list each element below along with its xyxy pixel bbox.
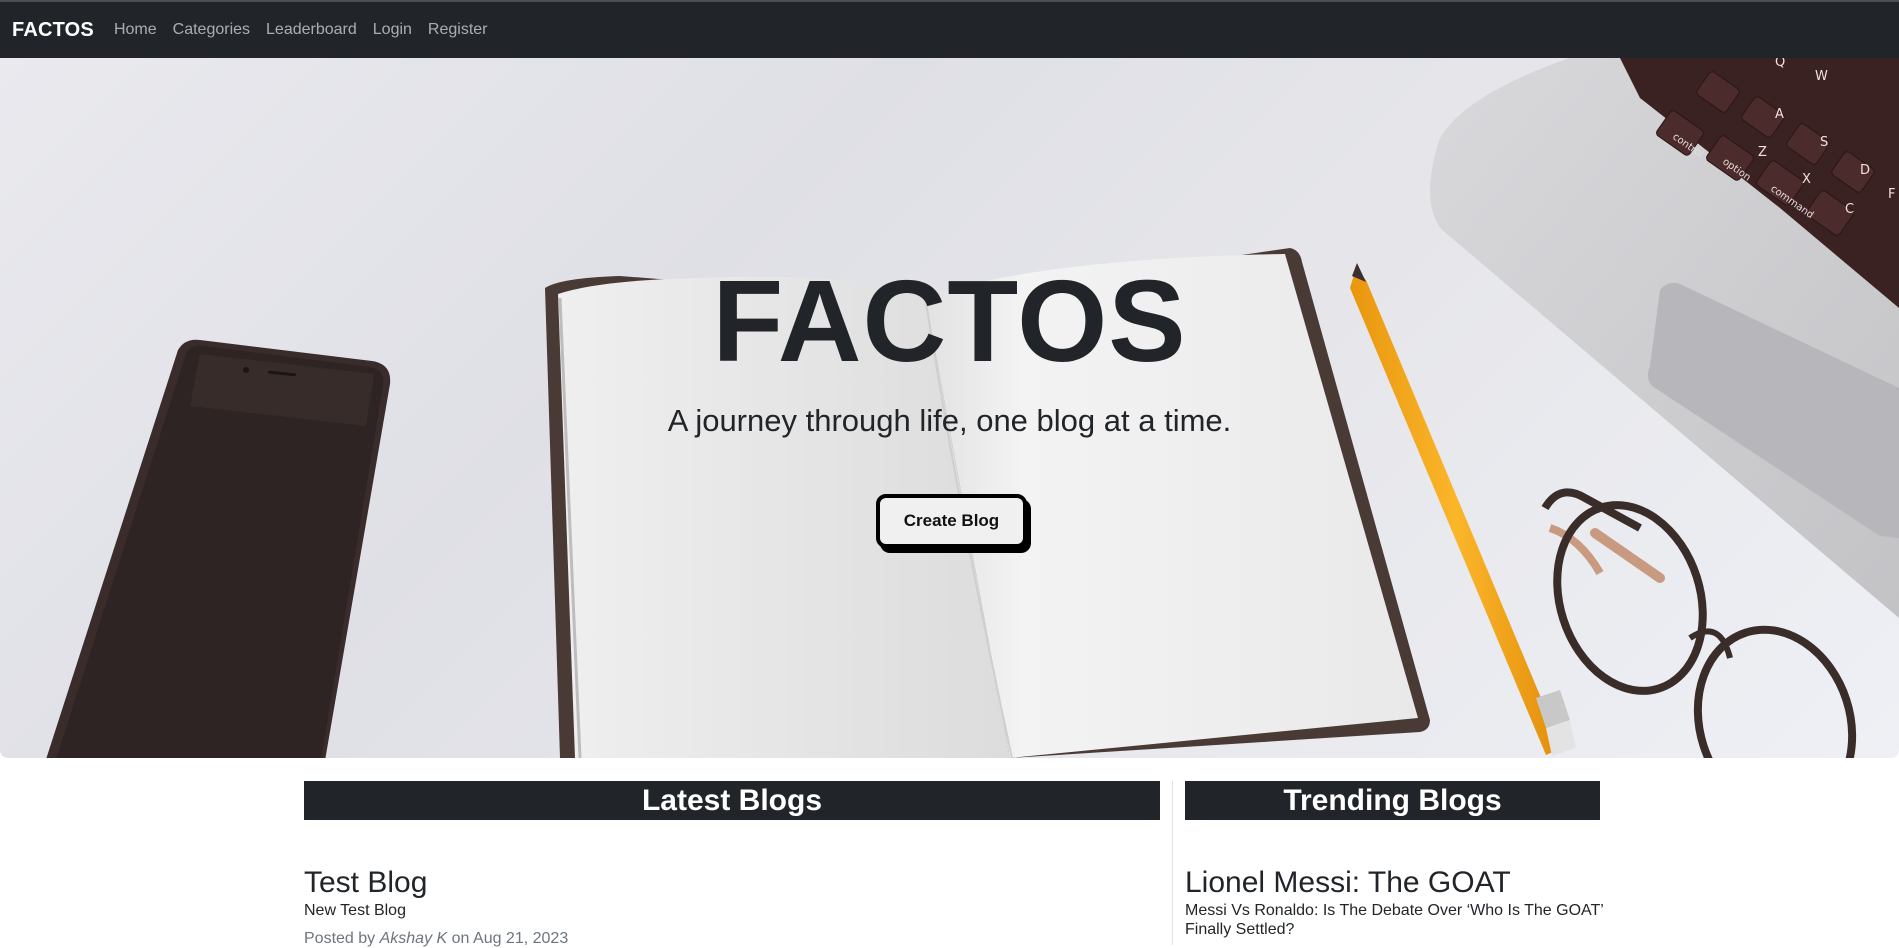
svg-text:A: A (1775, 107, 1784, 122)
svg-text:W: W (1815, 69, 1828, 84)
nav-link-home[interactable]: Home (114, 21, 157, 39)
nav-link-categories[interactable]: Categories (173, 21, 250, 39)
posted-by-label: Posted by (304, 930, 376, 947)
post-author[interactable]: Akshay K (380, 930, 448, 947)
brand-logo[interactable]: FACTOS (12, 19, 94, 42)
top-navbar: FACTOS Home Categories Leaderboard Login… (0, 2, 1899, 58)
create-blog-button[interactable]: Create Blog (876, 494, 1027, 548)
svg-text:F: F (1888, 187, 1895, 202)
nav-link-login[interactable]: Login (373, 21, 412, 39)
post-date: on Aug 21, 2023 (451, 930, 569, 947)
latest-post-meta: Posted by Akshay K on Aug 21, 2023 (304, 930, 568, 948)
hero-banner: control option command A S D F Z X C W Q (0, 58, 1899, 758)
latest-post-subtitle: New Test Blog (304, 902, 406, 919)
trending-post-subtitle: Messi Vs Ronaldo: Is The Debate Over ‘Wh… (1185, 902, 1604, 938)
latest-post-title[interactable]: Test Blog (304, 866, 427, 900)
trending-post-title[interactable]: Lionel Messi: The GOAT (1185, 866, 1511, 900)
trending-blogs-heading: Trending Blogs (1185, 781, 1600, 820)
nav-link-leaderboard[interactable]: Leaderboard (266, 21, 357, 39)
nav-link-register[interactable]: Register (428, 21, 488, 39)
svg-text:D: D (1860, 163, 1870, 178)
hero-tagline: A journey through life, one blog at a ti… (667, 403, 1232, 438)
svg-text:Z: Z (1758, 145, 1767, 160)
hero-title: FACTOS (712, 256, 1187, 386)
svg-text:S: S (1820, 135, 1828, 150)
svg-text:X: X (1802, 172, 1811, 187)
latest-blogs-heading: Latest Blogs (304, 781, 1160, 820)
svg-text:C: C (1845, 202, 1854, 217)
svg-text:Q: Q (1775, 58, 1785, 70)
column-divider (1172, 781, 1173, 945)
